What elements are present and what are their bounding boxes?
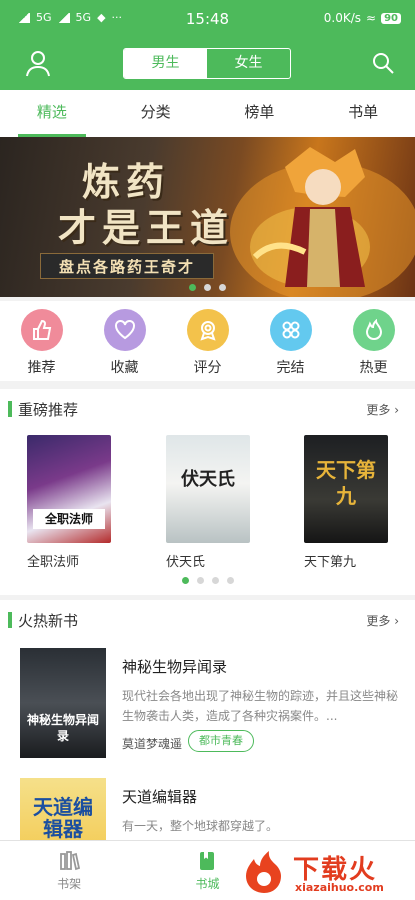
watermark-url: xiazaihuo.com [295, 881, 384, 894]
top-tabs: 精选 分类 榜单 书单 [0, 90, 415, 137]
fire-logo-icon [246, 851, 281, 893]
shortcut-recommend[interactable]: 推荐 [0, 301, 83, 381]
nav-label: 书城 [195, 877, 220, 891]
pager-dot[interactable] [226, 577, 234, 584]
book-title: 神秘生物异闻录 [122, 658, 228, 676]
cover-title: 天下第九 [316, 458, 376, 508]
thumb-up-icon [20, 309, 63, 351]
gender-switch: 男生 女生 [123, 48, 291, 79]
gender-female-tab[interactable]: 女生 [207, 49, 290, 78]
pager-dot[interactable] [189, 284, 196, 291]
section-accent-bar [8, 612, 12, 628]
tab-featured[interactable]: 精选 [0, 90, 104, 137]
section-title: 火热新书 [18, 612, 79, 630]
new-books-section: 火热新书 更多 › 神秘生物异闻录 神秘生物异闻录 现代社会各地出现了神秘生物的… [0, 600, 415, 840]
shortcut-label: 推荐 [27, 360, 56, 376]
watermark: 下载火 xiazaihuo.com [241, 847, 411, 897]
nav-bookshelf[interactable]: 书架 [0, 841, 138, 900]
grid-icon [269, 309, 312, 351]
featured-pager [0, 577, 415, 584]
user-icon[interactable] [24, 49, 52, 77]
gender-male-tab[interactable]: 男生 [124, 49, 207, 78]
nav-label: 书架 [57, 877, 82, 891]
shortcut-label: 完结 [276, 360, 305, 376]
section-header: 重磅推荐 更多 › [0, 389, 415, 429]
book-title: 天下第九 [304, 555, 357, 570]
shortcut-label: 热更 [359, 360, 388, 376]
more-label: 更多 [366, 614, 391, 628]
flame-icon [352, 309, 395, 351]
pager-dot[interactable] [204, 284, 211, 291]
cover-title: 伏天氏 [181, 469, 235, 490]
book-cover: 天道编辑器 [20, 778, 106, 840]
section-header: 火热新书 更多 › [0, 600, 415, 640]
book-cover: 伏天氏 [166, 435, 250, 543]
book-icon [200, 852, 215, 870]
banner-pager [0, 284, 415, 291]
featured-books: 全职法师 全职法师 伏天氏 伏天氏 天下第九 天下第九 [0, 435, 415, 570]
book-card[interactable]: 天下第九 天下第九 [304, 435, 404, 570]
shortcut-rating[interactable]: 评分 [166, 301, 249, 381]
section-title: 重磅推荐 [18, 401, 79, 419]
more-link[interactable]: 更多 › [366, 401, 399, 418]
tab-category[interactable]: 分类 [104, 90, 208, 137]
cover-title: 神秘生物异闻录 [26, 713, 99, 743]
section-accent-bar [8, 401, 12, 417]
shortcut-label: 收藏 [110, 360, 139, 376]
tab-ranking[interactable]: 榜单 [208, 90, 312, 137]
chevron-right-icon: › [394, 614, 399, 628]
genre-tag[interactable]: 都市青春 [188, 730, 254, 752]
book-cover: 神秘生物异闻录 [20, 648, 106, 758]
battery-icon: 90 [381, 12, 401, 24]
book-cover: 天下第九 [304, 435, 388, 543]
pager-dot[interactable] [196, 577, 204, 584]
book-description: 有一天，整个地球都穿越了。 [122, 819, 279, 833]
award-icon [186, 309, 229, 351]
shortcut-favorites[interactable]: 收藏 [83, 301, 166, 381]
banner-subtitle: 盘点各路药王奇才 [40, 253, 215, 279]
pager-dot[interactable] [211, 577, 219, 584]
list-item[interactable]: 天道编辑器 天道编辑器 有一天，整个地球都穿越了。 [0, 778, 415, 840]
banner-character-illustration [230, 147, 415, 297]
banner-title-line2: 才是王道 [58, 205, 235, 250]
shortcut-hot-update[interactable]: 热更 [332, 301, 415, 381]
status-bar: 5G 5G ◆ ··· 15:48 0.0K/s ≈ 90 [0, 0, 415, 38]
shortcut-label: 评分 [193, 360, 222, 376]
book-cover: 全职法师 [27, 435, 111, 543]
promo-banner[interactable]: 炼药 才是王道 盘点各路药王奇才 [0, 137, 415, 297]
cover-title: 天道编辑器 [33, 795, 93, 840]
shortcut-completed[interactable]: 完结 [249, 301, 332, 381]
cover-title: 全职法师 [33, 509, 105, 529]
bookshelf-icon [60, 851, 81, 871]
pager-dot[interactable] [219, 284, 226, 291]
more-link[interactable]: 更多 › [366, 612, 399, 629]
heart-icon [103, 309, 146, 351]
category-shortcuts: 推荐 收藏 评分 完结 热更 [0, 301, 415, 381]
book-card[interactable]: 伏天氏 伏天氏 [166, 435, 266, 570]
list-item[interactable]: 神秘生物异闻录 神秘生物异闻录 现代社会各地出现了神秘生物的踪迹，并且这些神秘生… [0, 648, 415, 768]
search-icon[interactable] [371, 51, 395, 75]
chevron-right-icon: › [394, 403, 399, 417]
network-speed: 0.0K/s [323, 11, 362, 25]
book-title: 天道编辑器 [122, 788, 198, 806]
book-author: 莫道梦魂遥 [122, 737, 183, 751]
book-title: 伏天氏 [166, 555, 206, 570]
tab-booklist[interactable]: 书单 [311, 90, 415, 137]
pager-dot[interactable] [181, 577, 189, 584]
book-description: 现代社会各地出现了神秘生物的踪迹，并且这些神秘生物袭击人类，造成了各种灾祸案件。… [122, 689, 399, 723]
book-title: 全职法师 [27, 555, 80, 570]
wifi-icon: ≈ [366, 11, 377, 25]
featured-section: 重磅推荐 更多 › 全职法师 全职法师 伏天氏 伏天氏 天下第九 天下第九 [0, 389, 415, 595]
more-label: 更多 [366, 403, 391, 417]
book-card[interactable]: 全职法师 全职法师 [27, 435, 127, 570]
